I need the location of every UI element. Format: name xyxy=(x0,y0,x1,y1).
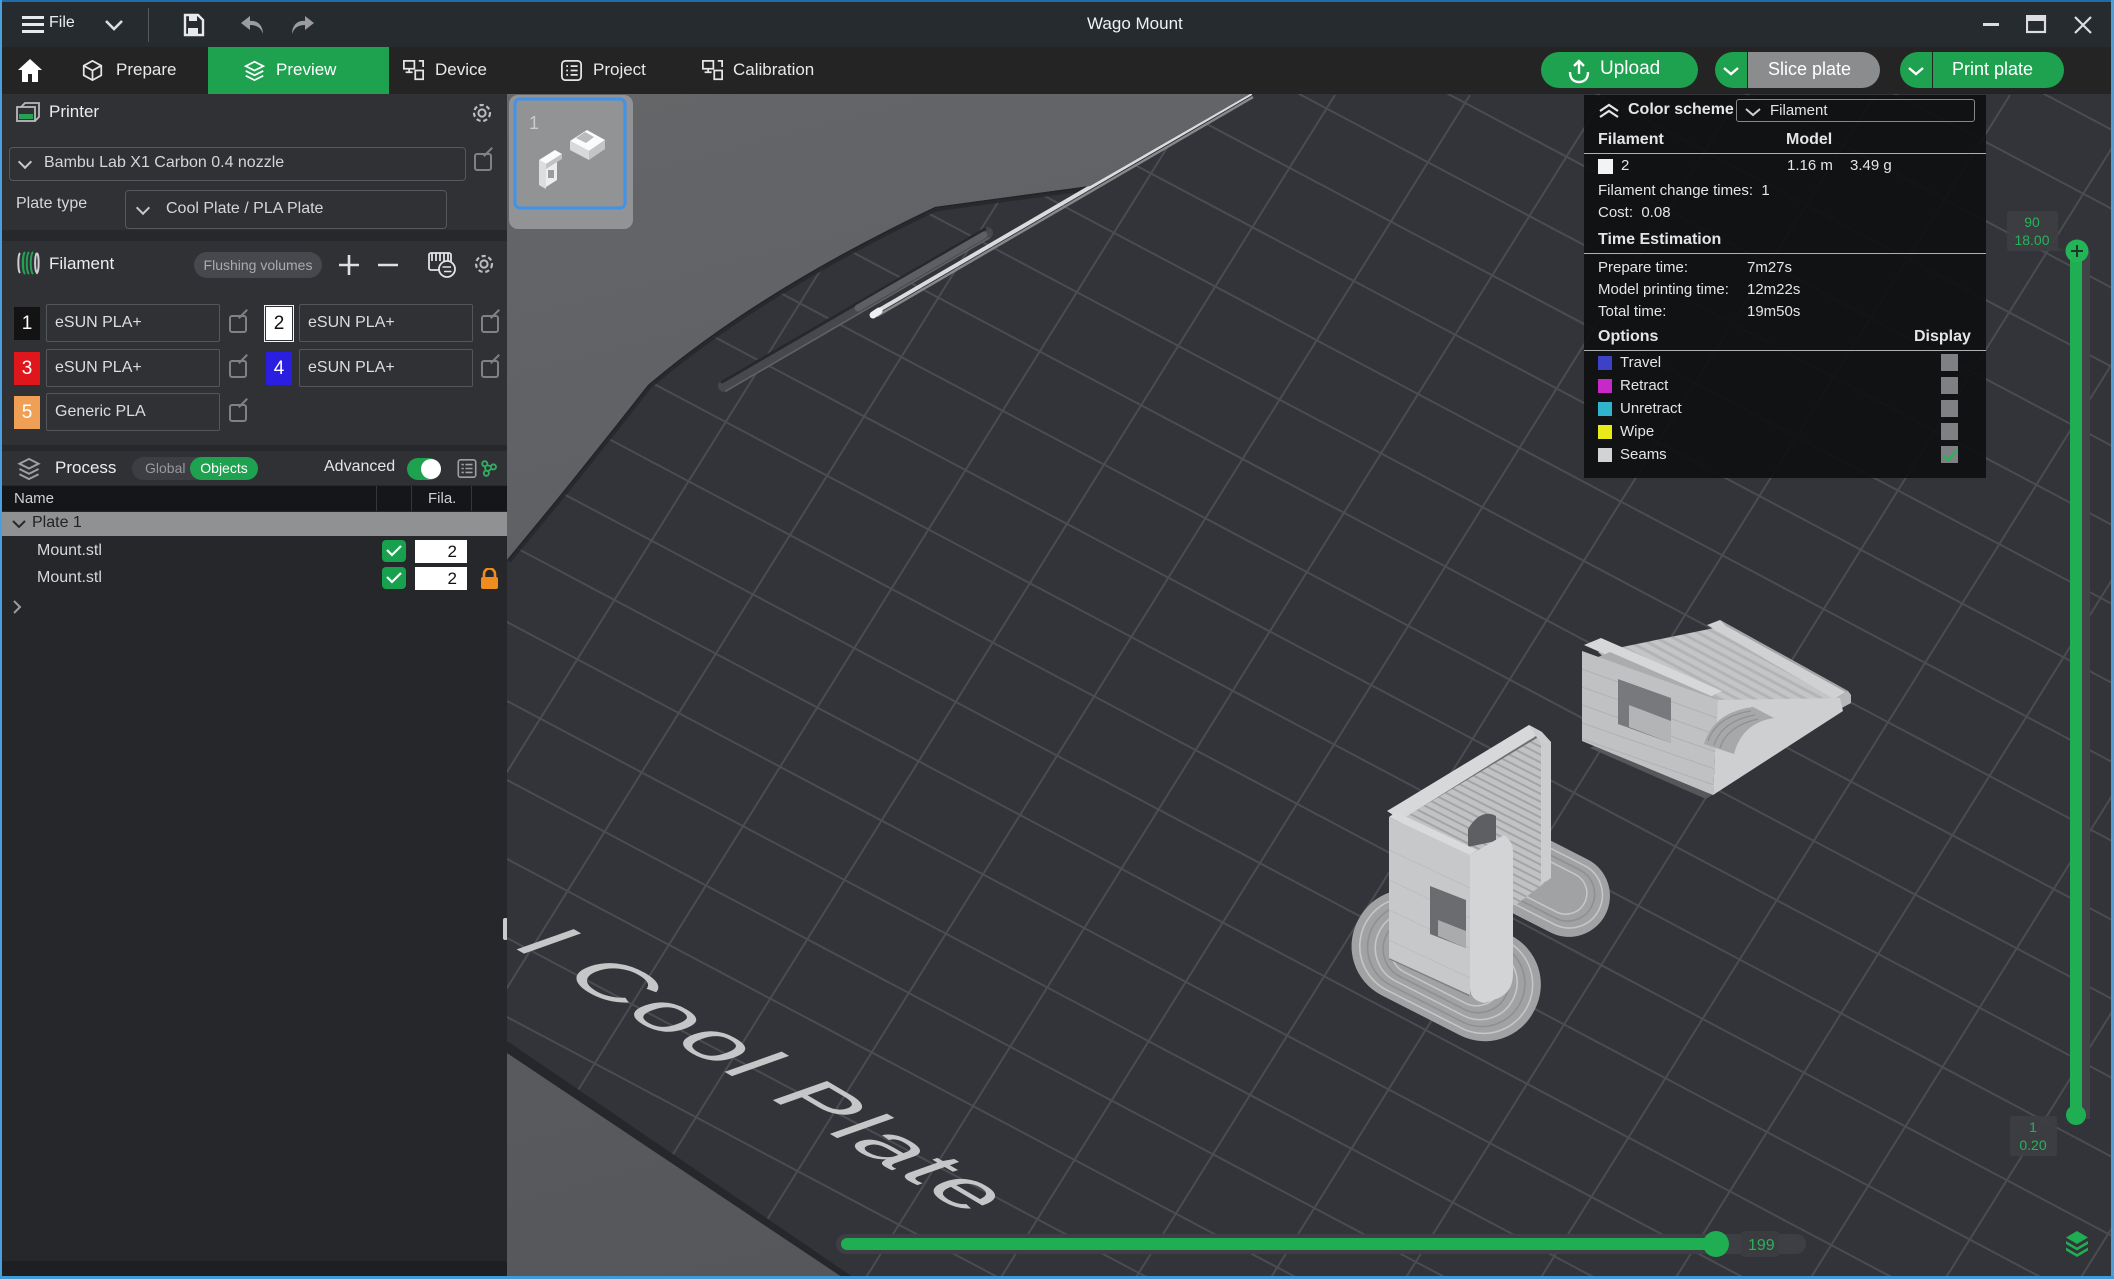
svg-text:90: 90 xyxy=(2024,214,2040,230)
svg-text:199: 199 xyxy=(1748,1237,1775,1254)
svg-text:1: 1 xyxy=(529,113,539,133)
svg-text:1: 1 xyxy=(2029,1119,2037,1135)
svg-text:18.00: 18.00 xyxy=(2014,232,2049,248)
svg-text:0.20: 0.20 xyxy=(2019,1137,2046,1153)
